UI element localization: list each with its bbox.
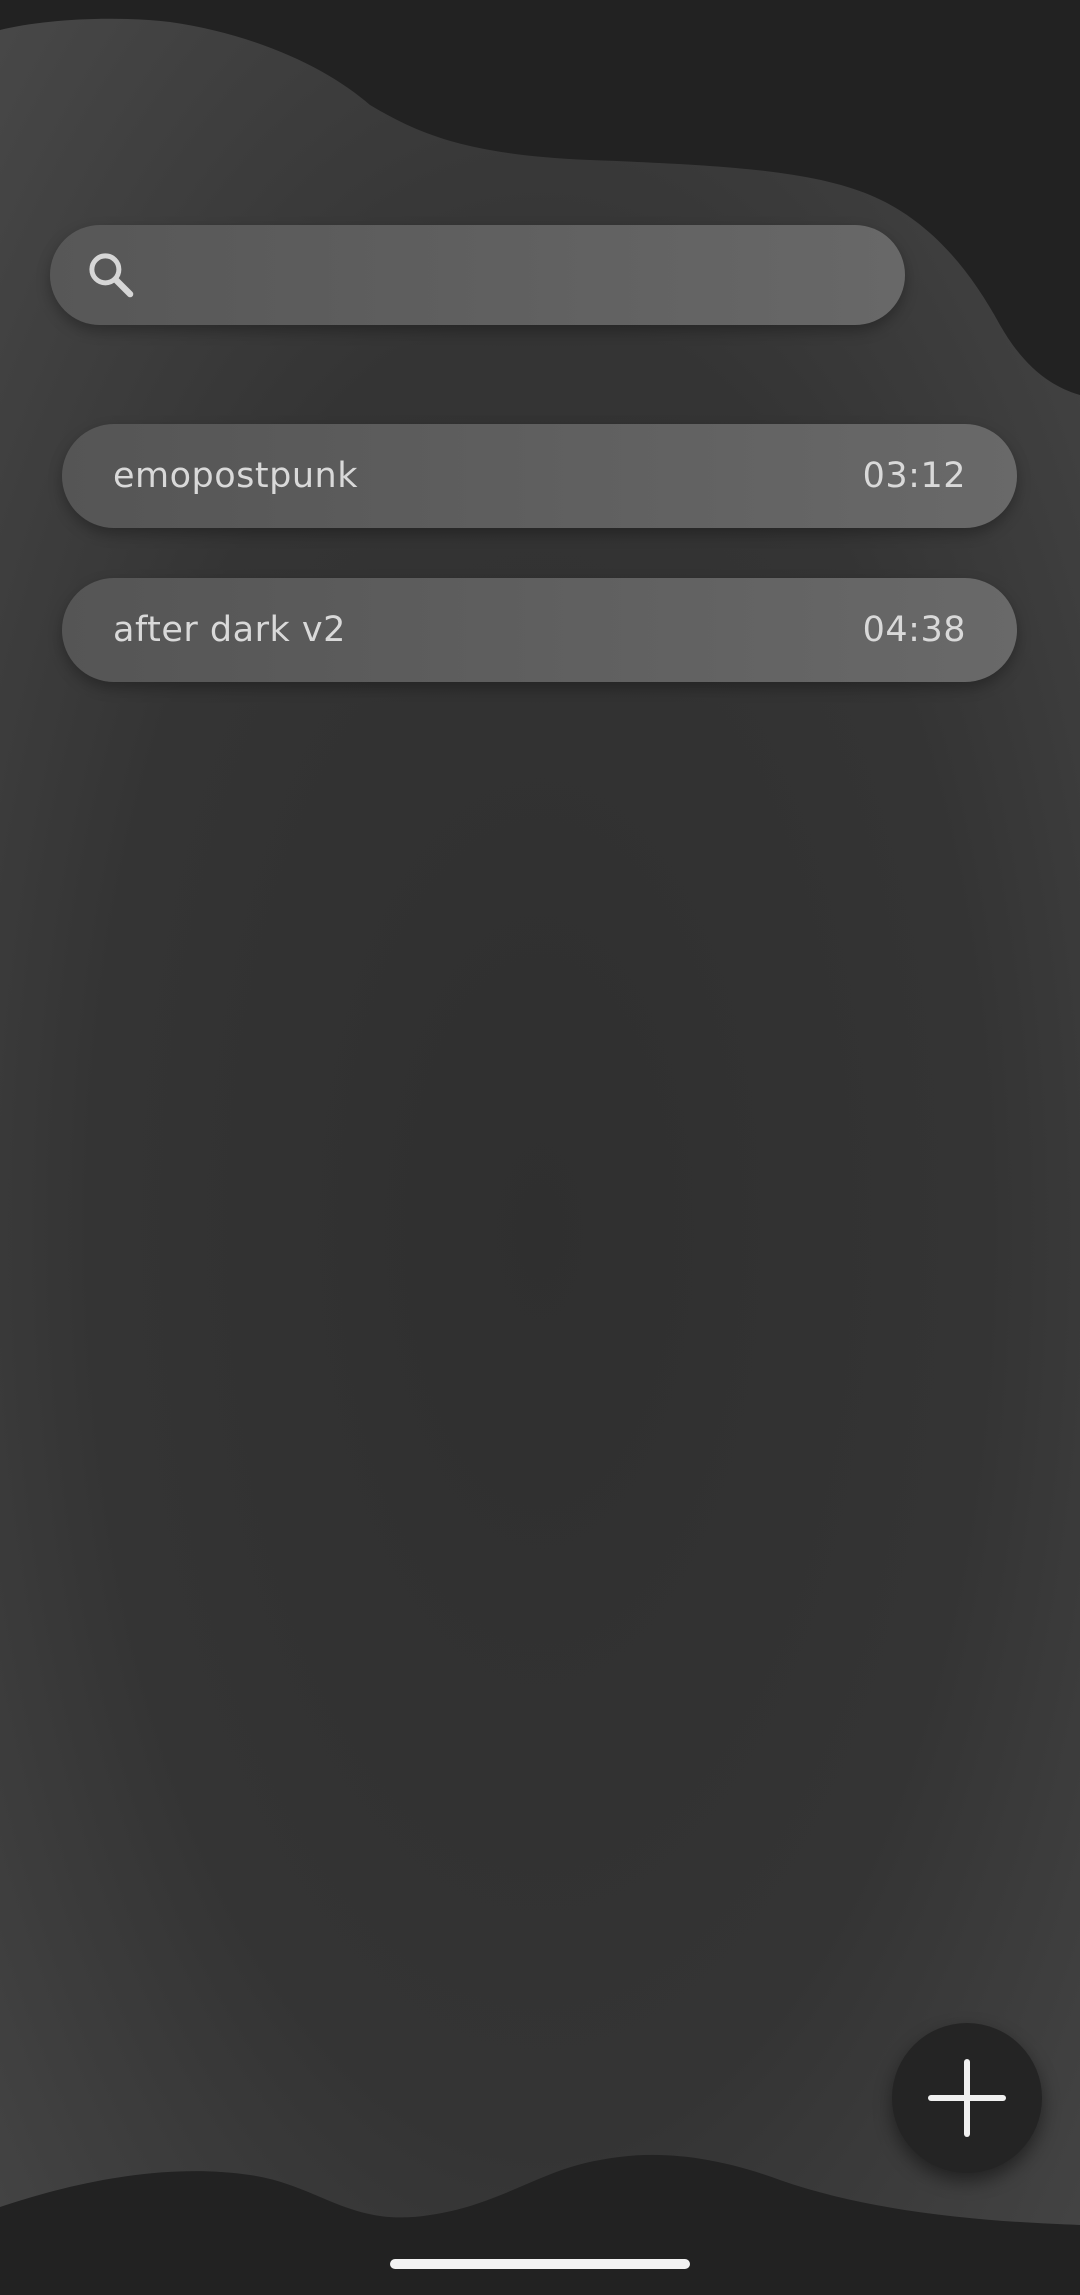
search-icon [89,253,134,298]
recording-title: after dark v2 [113,610,346,650]
list-item[interactable]: emopostpunk 03:12 [62,424,1017,528]
add-recording-button[interactable] [892,2023,1042,2173]
recording-duration: 03:12 [862,456,966,496]
list-item[interactable]: after dark v2 04:38 [62,578,1017,682]
recording-duration: 04:38 [862,610,966,650]
recording-title: emopostpunk [113,456,358,496]
background-wave [0,0,1080,2295]
plus-icon [928,2059,1006,2137]
recordings-list: emopostpunk 03:12 after dark v2 04:38 [62,424,1017,732]
search-input[interactable] [160,225,884,327]
home-indicator[interactable] [390,2259,690,2269]
search-bar[interactable] [50,225,905,327]
